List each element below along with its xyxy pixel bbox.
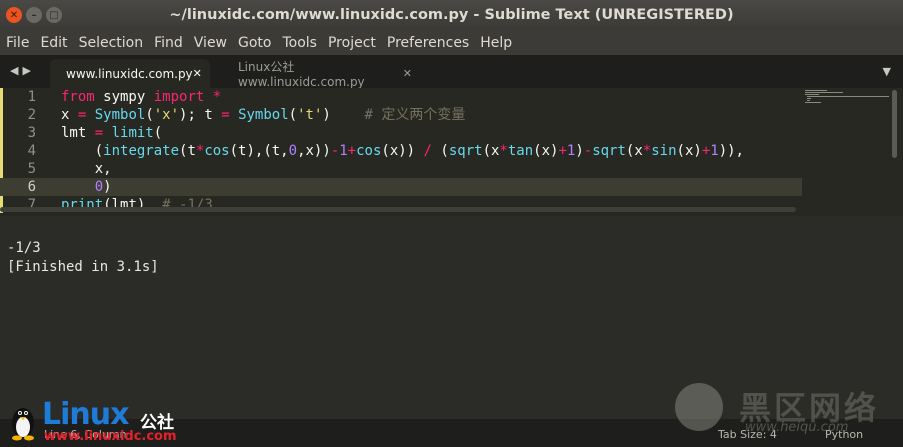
code-text: x,: [61, 161, 112, 177]
menu-project[interactable]: Project: [322, 35, 381, 51]
panel-splitter[interactable]: [0, 216, 903, 236]
watermark-url: www.linuxidc.com: [44, 429, 177, 444]
menu-help[interactable]: Help: [474, 35, 517, 51]
linuxidc-watermark: Linux 公社 www.linuxidc.com: [2, 395, 192, 447]
menu-file[interactable]: File: [0, 35, 34, 51]
maximize-window-button[interactable]: □: [46, 7, 62, 23]
code-line[interactable]: 3 lmt = limit(: [0, 124, 802, 142]
close-icon: ✕: [9, 9, 19, 21]
minimize-icon: –: [31, 9, 37, 21]
code-line[interactable]: 1 from sympy import *: [0, 88, 802, 106]
tux-penguin-icon: [12, 408, 34, 441]
close-icon[interactable]: ✕: [403, 67, 422, 80]
heiqu-watermark: 黑区网络 www.heiqu.com: [675, 383, 895, 443]
chevron-right-icon[interactable]: ▶: [22, 64, 34, 77]
tab-nav-arrows[interactable]: ◀▶: [10, 64, 35, 77]
code-text: lmt = limit(: [61, 125, 163, 141]
code-editor[interactable]: 1 from sympy import * 2 x = Symbol('x');…: [0, 88, 903, 216]
menu-preferences[interactable]: Preferences: [381, 35, 474, 51]
line-number: 2: [27, 107, 36, 123]
output-line: [Finished in 3.1s]: [7, 259, 159, 275]
tab-linux-gongshe[interactable]: Linux公社www.linuxidc.com.py ✕: [222, 59, 422, 89]
title-bar: ✕ – □ ~/linuxidc.com/www.linuxidc.com.py…: [0, 0, 903, 30]
line-number: 6: [27, 179, 36, 195]
window-title: ~/linuxidc.com/www.linuxidc.com.py - Sub…: [169, 7, 734, 23]
code-text: 0): [94, 179, 112, 195]
code-line[interactable]: 2 x = Symbol('x'); t = Symbol('t') # 定义两…: [0, 106, 802, 124]
watermark-heiqu-url: www.heiqu.com: [745, 420, 849, 435]
minimap[interactable]: [803, 88, 889, 213]
vertical-scrollbar[interactable]: [892, 90, 897, 158]
line-number: 3: [27, 125, 36, 141]
menu-goto[interactable]: Goto: [232, 35, 276, 51]
line-number: 4: [27, 143, 36, 159]
output-line: -1/3: [7, 240, 41, 256]
menu-view[interactable]: View: [188, 35, 232, 51]
menu-tools[interactable]: Tools: [276, 35, 322, 51]
tab-bar: ◀▶ www.linuxidc.com.py ✕ Linux公社www.linu…: [0, 55, 903, 89]
watermark-linux-text: Linux: [42, 397, 129, 432]
code-line[interactable]: 5 x,: [0, 160, 802, 178]
code-line-current[interactable]: 6 0): [0, 178, 802, 196]
line-number: 5: [27, 161, 36, 177]
chevron-left-icon[interactable]: ◀: [10, 64, 22, 77]
minimize-window-button[interactable]: –: [26, 7, 42, 23]
maximize-icon: □: [49, 9, 59, 21]
tab-label: Linux公社www.linuxidc.com.py: [238, 60, 365, 89]
menu-edit[interactable]: Edit: [34, 35, 72, 51]
horizontal-scrollbar[interactable]: [0, 207, 796, 212]
menu-selection[interactable]: Selection: [73, 35, 149, 51]
line-number: 1: [27, 89, 36, 105]
tab-www-linuxidc[interactable]: www.linuxidc.com.py ✕: [50, 59, 210, 88]
tab-list-dropdown-icon[interactable]: ▼: [883, 65, 891, 78]
code-line[interactable]: 4 (integrate(t*cos(t),(t,0,x))-1+cos(x))…: [0, 142, 802, 160]
tab-label: www.linuxidc.com.py: [66, 66, 193, 81]
code-text: x = Symbol('x'); t = Symbol('t') # 定义两个变…: [61, 107, 466, 123]
code-text: (integrate(t*cos(t),(t,0,x))-1+cos(x)) /…: [61, 143, 744, 159]
mushroom-logo-icon: [675, 383, 723, 431]
menu-bar: File Edit Selection Find View Goto Tools…: [0, 30, 903, 55]
close-icon[interactable]: ✕: [193, 67, 212, 80]
close-window-button[interactable]: ✕: [6, 7, 22, 23]
code-text: from sympy import *: [61, 89, 222, 105]
menu-find[interactable]: Find: [148, 35, 188, 51]
